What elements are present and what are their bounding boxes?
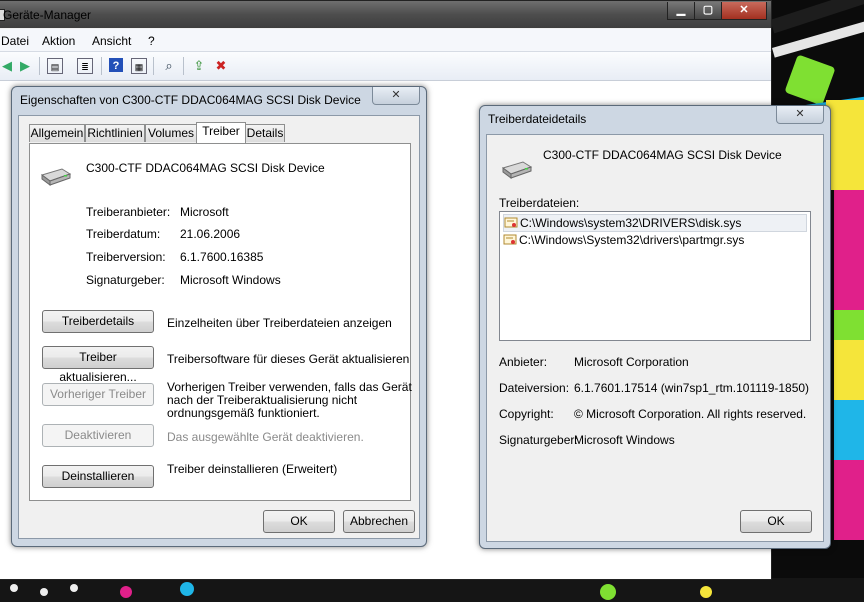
wallpaper-star [784, 54, 836, 106]
driver-details-button[interactable]: Treiberdetails [42, 310, 154, 333]
toolbar: ◀ ▶ ▤ ≣ ? ▦ ⌕ ⇪ ✖ [0, 52, 771, 81]
properties-dialog-title: Eigenschaften von C300-CTF DDAC064MAG SC… [20, 93, 361, 107]
menu-datei[interactable]: Datei [1, 34, 29, 48]
properties-dialog-body: Allgemein Richtlinien Volumes Treiber De… [18, 115, 420, 539]
ok-button[interactable]: OK [263, 510, 335, 533]
minimize-button[interactable]: ▁ [667, 2, 695, 20]
update-driver-icon[interactable]: ⇪ [191, 58, 207, 74]
tab-allgemein[interactable]: Allgemein [29, 124, 85, 142]
uninstall-icon[interactable]: ✖ [213, 58, 229, 74]
update-driver-description: Treibersoftware für dieses Gerät aktuali… [167, 352, 410, 366]
driver-date-label: Treiberdatum: [86, 227, 161, 241]
driver-version-value: 6.1.7600.16385 [180, 250, 264, 264]
certificate-file-icon [503, 234, 517, 245]
file-version-label: Dateiversion: [499, 381, 570, 395]
copyright-value: © Microsoft Corporation. All rights rese… [574, 407, 807, 421]
close-button[interactable]: ✕ [721, 2, 767, 20]
disk-drive-icon [40, 168, 72, 186]
tab-volumes[interactable]: Volumes [145, 124, 197, 142]
file-details-ok-button[interactable]: OK [740, 510, 812, 533]
tab-treiber[interactable]: Treiber [196, 122, 246, 143]
uninstall-description: Treiber deinstallieren (Erweitert) [167, 462, 338, 476]
copyright-label: Copyright: [499, 407, 554, 421]
list-item[interactable]: C:\Windows\System32\drivers\partmgr.sys [503, 232, 807, 248]
file-signer-value: Microsoft Windows [574, 433, 675, 447]
device-name: C300-CTF DDAC064MAG SCSI Disk Device [86, 161, 325, 175]
file-signer-label: Signaturgeber: [499, 433, 578, 447]
disable-device-description: Das ausgewählte Gerät deaktivieren. [167, 430, 364, 444]
tab-richtlinien[interactable]: Richtlinien [85, 124, 145, 142]
forward-arrow-icon[interactable]: ▶ [17, 58, 33, 74]
rollback-description-line-2: nach der Treiberaktualisierung nicht [167, 393, 358, 407]
driver-tab-panel: C300-CTF DDAC064MAG SCSI Disk Device Tre… [29, 143, 412, 501]
cancel-button[interactable]: Abbrechen [343, 510, 415, 533]
driver-signer-label: Signaturgeber: [86, 273, 165, 287]
view-icon[interactable]: ▦ [131, 58, 147, 74]
driver-version-label: Treiberversion: [86, 250, 166, 264]
menu-ansicht[interactable]: Ansicht [92, 34, 131, 48]
menu-help[interactable]: ? [148, 34, 155, 48]
driver-provider-value: Microsoft [180, 205, 229, 219]
provider-label: Anbieter: [499, 355, 548, 369]
driver-file-details-dialog: Treiberdateidetails ✕ C300-CTF DDAC064MA… [479, 105, 831, 549]
back-arrow-icon[interactable]: ◀ [0, 58, 15, 74]
maximize-button[interactable]: ▢ [694, 2, 722, 20]
driver-file-path: C:\Windows\system32\DRIVERS\disk.sys [520, 216, 742, 230]
menu-aktion[interactable]: Aktion [42, 34, 75, 48]
properties-close-button[interactable]: ✕ [372, 87, 420, 105]
file-details-device-name: C300-CTF DDAC064MAG SCSI Disk Device [543, 148, 782, 162]
rollback-driver-button[interactable]: Vorheriger Treiber [42, 383, 154, 406]
properties-icon[interactable]: ≣ [77, 58, 93, 74]
console-tree-icon[interactable]: ▤ [47, 58, 63, 74]
disk-drive-icon [501, 161, 533, 179]
help-icon[interactable]: ? [109, 58, 123, 72]
provider-value: Microsoft Corporation [574, 355, 689, 369]
tab-details[interactable]: Details [245, 124, 285, 142]
driver-file-path: C:\Windows\System32\drivers\partmgr.sys [519, 233, 745, 247]
driver-details-description: Einzelheiten über Treiberdateien anzeige… [167, 316, 392, 330]
driver-provider-label: Treiberanbieter: [86, 205, 171, 219]
scan-hardware-icon[interactable]: ⌕ [161, 58, 177, 74]
rollback-description-line-3: ordnungsgemäß funktioniert. [167, 406, 320, 420]
certificate-file-icon [504, 217, 518, 228]
driver-files-list[interactable]: C:\Windows\system32\DRIVERS\disk.sys C:\… [499, 211, 811, 341]
list-item[interactable]: C:\Windows\system32\DRIVERS\disk.sys [503, 214, 807, 232]
properties-dialog: Eigenschaften von C300-CTF DDAC064MAG SC… [11, 86, 427, 547]
driver-date-value: 21.06.2006 [180, 227, 241, 241]
menu-bar: Datei Aktion Ansicht ? [0, 29, 771, 52]
uninstall-button[interactable]: Deinstallieren [42, 465, 154, 488]
device-manager-titlebar[interactable]: Geräte-Manager ▁ ▢ ✕ [0, 1, 771, 28]
driver-signer-value: Microsoft Windows [180, 273, 281, 287]
driver-files-label: Treiberdateien: [499, 196, 580, 210]
file-details-dialog-title: Treiberdateidetails [488, 112, 587, 126]
file-version-value: 6.1.7601.17514 (win7sp1_rtm.101119-1850) [574, 381, 810, 395]
tab-strip: Allgemein Richtlinien Volumes Treiber De… [29, 122, 409, 144]
disable-device-button[interactable]: Deaktivieren [42, 424, 154, 447]
update-driver-button[interactable]: Treiber aktualisieren... [42, 346, 154, 384]
device-manager-title: Geräte-Manager [3, 8, 92, 22]
file-details-close-button[interactable]: ✕ [776, 106, 824, 124]
rollback-description-line-1: Vorherigen Treiber verwenden, falls das … [167, 380, 412, 394]
file-details-body: C300-CTF DDAC064MAG SCSI Disk Device Tre… [486, 134, 824, 542]
